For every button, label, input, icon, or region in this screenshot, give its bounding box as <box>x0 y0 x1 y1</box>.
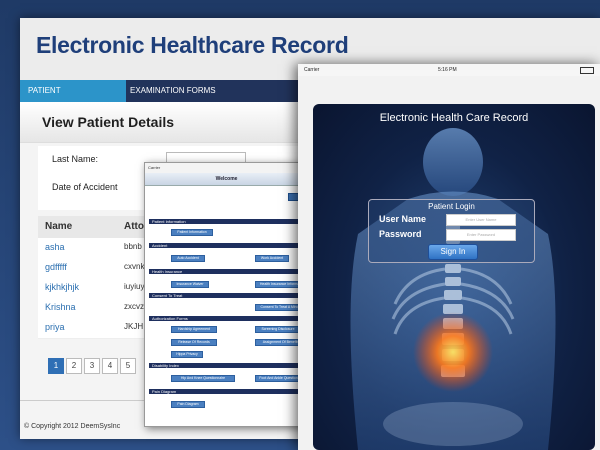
attorney-cell: cxvnk <box>124 262 145 271</box>
clock: 5:16 PM <box>438 67 457 73</box>
username-label: User Name <box>379 214 427 224</box>
login-panel-title: Patient Login <box>428 202 475 211</box>
app-title: Electronic Healthcare Record <box>36 32 349 58</box>
col-header-attorney: Atto <box>124 221 144 232</box>
patient-name-link[interactable]: Krishna <box>45 302 76 312</box>
form-button[interactable]: Patient Information <box>171 229 213 236</box>
carrier-label: Carrier <box>304 67 320 73</box>
patient-name-link[interactable]: asha <box>45 242 65 252</box>
section-header: Patient Information <box>149 219 305 224</box>
form-button[interactable]: Screening Disclosure <box>255 326 301 333</box>
tab-examination-forms[interactable]: EXAMINATION FORMS <box>122 80 224 102</box>
patient-name-link[interactable]: kjkhkjhjk <box>45 282 79 292</box>
tablet-forms-window: Carrier Welcome Patient Information Pati… <box>144 162 309 427</box>
tab-patient-information[interactable]: PATIENT INFORMATION <box>20 80 126 117</box>
last-name-label: Last Name: <box>52 154 99 164</box>
attorney-cell: JKJH <box>124 322 144 331</box>
col-header-name: Name <box>45 221 73 232</box>
form-button[interactable]: Hardship Agreement <box>171 326 217 333</box>
carrier-label: Carrier <box>148 165 161 170</box>
section-header: Health Insurance <box>149 269 305 274</box>
ipad-login-window: Carrier 5:16 PM Electronic Health Care R… <box>298 64 600 450</box>
page-button-5[interactable]: 5 <box>120 358 136 374</box>
attorney-cell: zxcvz <box>124 302 144 311</box>
page-button-3[interactable]: 3 <box>84 358 100 374</box>
ipad-status-bar: Carrier 5:16 PM <box>298 64 600 76</box>
form-button[interactable]: Insurance Waiver <box>171 281 209 288</box>
password-input[interactable]: Enter Password <box>446 229 516 241</box>
form-button[interactable]: Hip And Knee Questionnaire <box>171 375 235 382</box>
tablet-status-bar: Carrier <box>145 163 308 173</box>
form-button[interactable]: Hippa Privacy <box>171 351 203 358</box>
page-button-1[interactable]: 1 <box>48 358 64 374</box>
login-screen: Electronic Health Care Record Patient Lo… <box>313 104 595 450</box>
section-header: Consent To Treat <box>149 293 305 298</box>
form-button[interactable]: Release Of Records <box>171 339 217 346</box>
page-button-2[interactable]: 2 <box>66 358 82 374</box>
section-header: Accident <box>149 243 305 248</box>
copyright-text: © Copyright 2012 DeemSysInc <box>24 423 121 430</box>
password-label: Password <box>379 229 422 239</box>
section-header: Disability Index <box>149 363 305 368</box>
sign-in-button[interactable]: Sign In <box>428 244 478 260</box>
section-header: Pain Diagram <box>149 389 305 394</box>
attorney-cell: iuyiuy <box>124 282 145 291</box>
form-button[interactable]: Auto Accident <box>171 255 205 262</box>
tablet-nav-bar: Welcome <box>145 173 308 186</box>
attorney-cell: bbnb <box>124 242 142 251</box>
form-button[interactable]: Work Accident <box>255 255 289 262</box>
spine-illustration <box>350 128 556 450</box>
date-accident-label: Date of Accident <box>52 182 118 192</box>
page-title: View Patient Details <box>42 114 175 130</box>
login-app-title: Electronic Health Care Record <box>379 112 529 124</box>
section-header: Authorization Forms <box>149 316 305 321</box>
patient-name-link[interactable]: priya <box>45 322 65 332</box>
form-button[interactable]: Pain Diagram <box>171 401 205 408</box>
battery-icon <box>580 67 594 74</box>
username-input[interactable]: Enter User Name <box>446 214 516 226</box>
page-button-4[interactable]: 4 <box>102 358 118 374</box>
patient-name-link[interactable]: gdfffff <box>45 262 67 272</box>
